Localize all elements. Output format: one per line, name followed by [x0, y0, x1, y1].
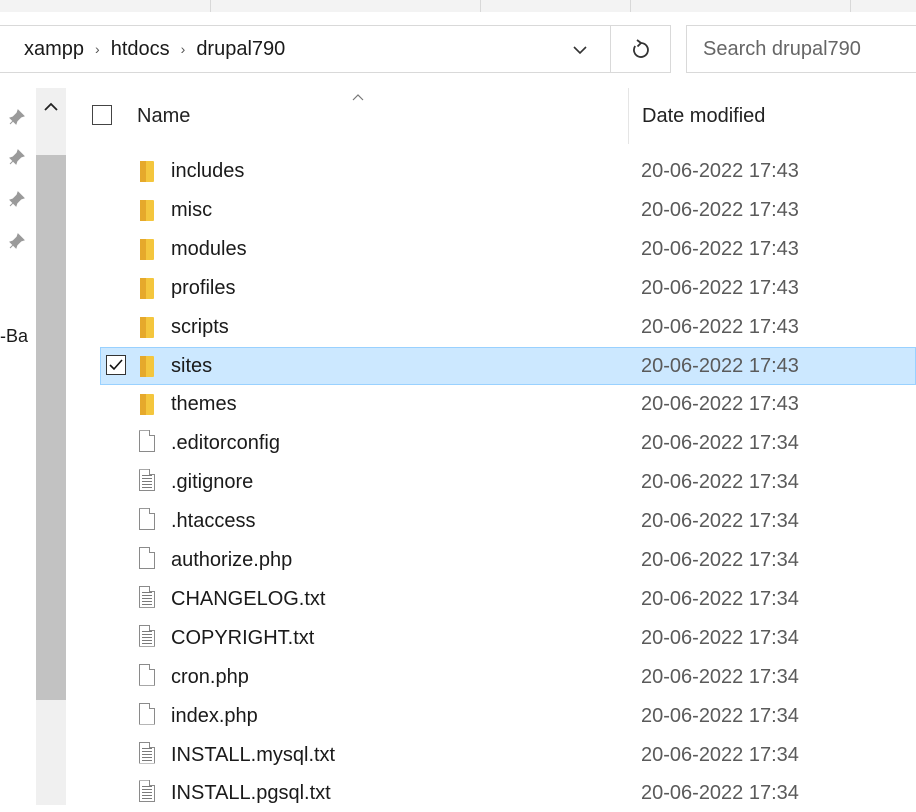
- folder-icon: [136, 197, 158, 223]
- file-date-modified: 20-06-2022 17:43: [641, 276, 799, 299]
- pin-icon[interactable]: [6, 106, 28, 128]
- chevron-up-icon: [44, 102, 58, 111]
- file-icon: [136, 430, 158, 456]
- column-divider[interactable]: [628, 88, 629, 144]
- file-name: CHANGELOG.txt: [171, 587, 326, 610]
- file-date-modified: 20-06-2022 17:34: [641, 626, 799, 649]
- refresh-button[interactable]: [611, 25, 671, 73]
- file-name: .gitignore: [171, 471, 254, 494]
- folder-icon: [136, 353, 158, 379]
- file-row[interactable]: .htaccess 20-06-2022 17:34: [0, 502, 916, 540]
- file-row[interactable]: authorize.php 20-06-2022 17:34: [0, 541, 916, 579]
- refresh-icon: [632, 39, 649, 58]
- chevron-right-icon[interactable]: ›: [87, 41, 108, 57]
- text-file-icon: [136, 741, 158, 768]
- file-row[interactable]: COPYRIGHT.txt 20-06-2022 17:34: [0, 619, 916, 657]
- column-header-date-modified[interactable]: Date modified: [642, 105, 765, 128]
- file-date-modified: 20-06-2022 17:34: [641, 665, 799, 688]
- file-name: scripts: [171, 315, 229, 338]
- file-date-modified: 20-06-2022 17:34: [641, 704, 799, 727]
- file-name: .htaccess: [171, 510, 256, 533]
- file-row[interactable]: modules 20-06-2022 17:43: [0, 230, 916, 268]
- address-history-dropdown[interactable]: [568, 36, 592, 64]
- file-date-modified: 20-06-2022 17:34: [641, 587, 799, 610]
- file-date-modified: 20-06-2022 17:34: [641, 471, 799, 494]
- file-name: COPYRIGHT.txt: [171, 626, 315, 649]
- folder-icon: [136, 236, 158, 262]
- file-row[interactable]: index.php 20-06-2022 17:34: [0, 697, 916, 735]
- file-row[interactable]: .editorconfig 20-06-2022 17:34: [0, 424, 916, 462]
- text-file-icon: [136, 469, 158, 495]
- folder-icon: [136, 158, 158, 184]
- file-date-modified: 20-06-2022 17:34: [641, 549, 799, 571]
- file-date-modified: 20-06-2022 17:43: [641, 354, 799, 377]
- file-icon: [136, 663, 158, 690]
- file-row[interactable]: scripts 20-06-2022 17:43: [0, 308, 916, 346]
- file-name: INSTALL.mysql.txt: [171, 743, 336, 766]
- file-date-modified: 20-06-2022 17:43: [641, 237, 799, 260]
- file-row[interactable]: themes 20-06-2022 17:43: [0, 385, 916, 423]
- file-date-modified: 20-06-2022 17:43: [641, 198, 799, 221]
- chevron-down-icon: [573, 46, 587, 55]
- file-row[interactable]: INSTALL.pgsql.txt 20-06-2022 17:34: [0, 774, 916, 812]
- file-row[interactable]: INSTALL.mysql.txt 20-06-2022 17:34: [0, 736, 916, 774]
- chevron-right-icon[interactable]: ›: [173, 41, 194, 57]
- file-row[interactable]: cron.php 20-06-2022 17:34: [0, 658, 916, 696]
- file-name: index.php: [171, 704, 258, 727]
- file-name: INSTALL.pgsql.txt: [171, 782, 331, 805]
- file-name: modules: [171, 237, 247, 260]
- breadcrumb-item-htdocs[interactable]: htdocs: [108, 38, 173, 61]
- sort-ascending-icon: [352, 88, 364, 106]
- folder-icon: [136, 275, 158, 301]
- folder-icon: [136, 391, 158, 417]
- file-date-modified: 20-06-2022 17:34: [641, 743, 799, 766]
- checkmark-icon: [109, 358, 123, 370]
- file-row[interactable]: misc 20-06-2022 17:43: [0, 191, 916, 229]
- file-row[interactable]: profiles 20-06-2022 17:43: [0, 269, 916, 307]
- file-date-modified: 20-06-2022 17:34: [641, 782, 799, 805]
- file-icon: [136, 547, 158, 573]
- file-date-modified: 20-06-2022 17:43: [641, 315, 799, 338]
- file-name: cron.php: [171, 665, 249, 688]
- text-file-icon: [136, 780, 158, 806]
- column-header: Name Date modified: [66, 88, 916, 144]
- file-row[interactable]: .gitignore 20-06-2022 17:34: [0, 463, 916, 501]
- file-date-modified: 20-06-2022 17:43: [641, 160, 799, 182]
- scroll-up-button[interactable]: [36, 92, 66, 122]
- search-input[interactable]: [701, 36, 915, 62]
- address-row: xampp › htdocs › drupal790: [0, 12, 916, 88]
- row-checkbox[interactable]: [106, 354, 126, 375]
- file-row[interactable]: CHANGELOG.txt 20-06-2022 17:34: [0, 580, 916, 618]
- file-name: themes: [171, 393, 237, 416]
- file-name: .editorconfig: [171, 432, 280, 455]
- file-name: authorize.php: [171, 549, 293, 571]
- file-date-modified: 20-06-2022 17:34: [641, 510, 799, 533]
- file-name: misc: [171, 198, 213, 221]
- file-icon: [136, 702, 158, 729]
- select-all-checkbox[interactable]: [92, 105, 112, 125]
- text-file-icon: [136, 624, 158, 651]
- folder-icon: [136, 314, 158, 340]
- file-date-modified: 20-06-2022 17:34: [641, 432, 799, 455]
- file-name: sites: [171, 354, 213, 377]
- text-file-icon: [136, 585, 158, 612]
- breadcrumb-item-xampp[interactable]: xampp: [0, 38, 87, 61]
- file-row[interactable]: includes 20-06-2022 17:43: [0, 152, 916, 190]
- file-date-modified: 20-06-2022 17:43: [641, 393, 799, 416]
- breadcrumb-item-drupal790[interactable]: drupal790: [193, 38, 288, 61]
- file-name: includes: [171, 160, 245, 182]
- file-row[interactable]: sites 20-06-2022 17:43: [0, 346, 916, 385]
- search-box[interactable]: [686, 25, 916, 73]
- file-name: profiles: [171, 276, 236, 299]
- column-header-name[interactable]: Name: [137, 105, 190, 128]
- file-icon: [136, 508, 158, 534]
- breadcrumb[interactable]: xampp › htdocs › drupal790: [0, 25, 611, 73]
